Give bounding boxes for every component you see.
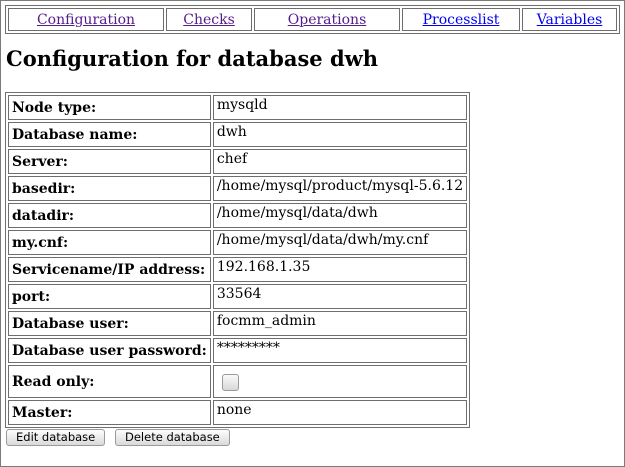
config-row: my.cnf: /home/mysql/data/dwh/my.cnf: [8, 230, 468, 255]
config-key: Read only:: [8, 365, 211, 398]
config-key: Database user password:: [8, 338, 211, 363]
nav-link-configuration[interactable]: Configuration: [37, 12, 135, 28]
config-row: Database user password: *********: [8, 338, 468, 363]
config-row: basedir: /home/mysql/product/mysql-5.6.1…: [8, 176, 468, 201]
config-key: Database name:: [8, 122, 211, 147]
config-key: datadir:: [8, 203, 211, 228]
config-value: mysqld: [212, 95, 468, 120]
config-row: Database name: dwh: [8, 122, 468, 147]
config-value: /home/mysql/data/dwh/my.cnf: [212, 230, 468, 255]
config-value: chef: [212, 149, 468, 174]
config-value: 33564: [212, 284, 468, 309]
nav-cell-checks: Checks: [166, 8, 252, 31]
nav-cell-variables: Variables: [522, 8, 617, 31]
nav-link-variables[interactable]: Variables: [537, 12, 603, 28]
config-row: Master: none: [8, 400, 468, 425]
nav-cell-configuration: Configuration: [8, 8, 164, 31]
read-only-cell: [212, 365, 468, 398]
config-value: 192.168.1.35: [212, 257, 468, 282]
config-key: port:: [8, 284, 211, 309]
config-key: my.cnf:: [8, 230, 211, 255]
nav-cell-processlist: Processlist: [402, 8, 520, 31]
config-key: Servicename/IP address:: [8, 257, 211, 282]
config-table: Node type: mysqld Database name: dwh Ser…: [5, 92, 471, 428]
config-key: Master:: [8, 400, 211, 425]
config-row: port: 33564: [8, 284, 468, 309]
top-navigation: Configuration Checks Operations Processl…: [5, 5, 620, 34]
config-value: focmm_admin: [212, 311, 468, 336]
delete-database-button[interactable]: Delete database: [115, 429, 230, 446]
config-row: Database user: focmm_admin: [8, 311, 468, 336]
config-row: datadir: /home/mysql/data/dwh: [8, 203, 468, 228]
config-value: *********: [212, 338, 468, 363]
nav-link-checks[interactable]: Checks: [183, 12, 235, 28]
config-key: basedir:: [8, 176, 211, 201]
nav-cell-operations: Operations: [254, 8, 400, 31]
config-value: /home/mysql/data/dwh: [212, 203, 468, 228]
config-key: Server:: [8, 149, 211, 174]
page-title: Configuration for database dwh: [6, 46, 378, 71]
read-only-checkbox[interactable]: [221, 373, 239, 391]
nav-link-operations[interactable]: Operations: [288, 12, 367, 28]
config-row: Servicename/IP address: 192.168.1.35: [8, 257, 468, 282]
config-row: Node type: mysqld: [8, 95, 468, 120]
config-value: none: [212, 400, 468, 425]
config-row: Read only:: [8, 365, 468, 398]
config-row: Server: chef: [8, 149, 468, 174]
config-value: dwh: [212, 122, 468, 147]
config-key: Database user:: [8, 311, 211, 336]
config-key: Node type:: [8, 95, 211, 120]
nav-link-processlist[interactable]: Processlist: [423, 12, 500, 28]
edit-database-button[interactable]: Edit database: [6, 429, 106, 446]
config-value: /home/mysql/product/mysql-5.6.12: [212, 176, 468, 201]
